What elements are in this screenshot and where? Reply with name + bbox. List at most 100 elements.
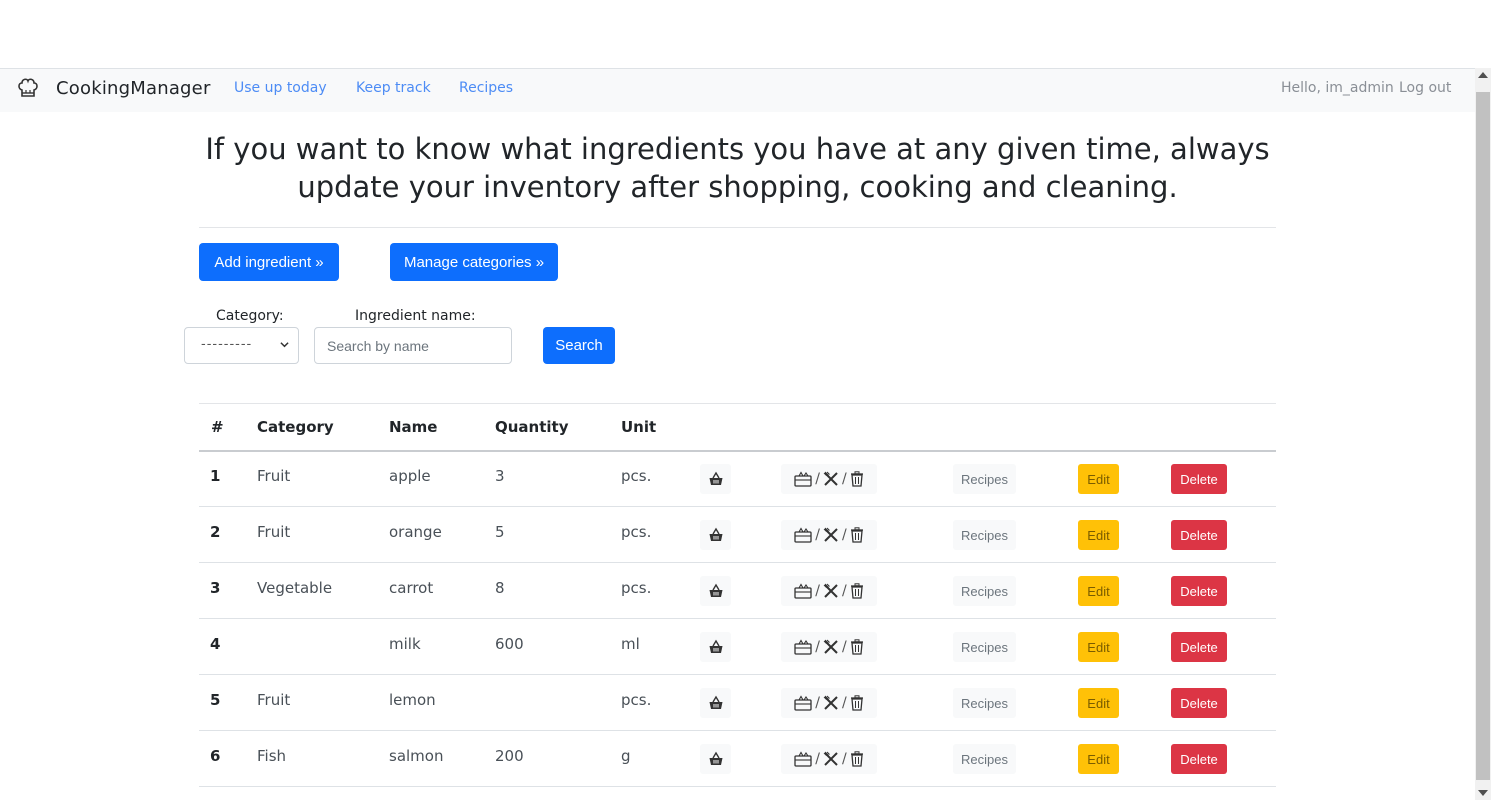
update-inventory-button[interactable]: / / bbox=[781, 576, 877, 606]
fridge-icon bbox=[794, 471, 812, 487]
column-header-name[interactable]: Name bbox=[389, 418, 437, 436]
delete-button[interactable]: Delete bbox=[1171, 576, 1227, 606]
edit-button[interactable]: Edit bbox=[1078, 464, 1119, 494]
navbar: CookingManager Use up today Keep track R… bbox=[0, 68, 1475, 112]
utensils-icon bbox=[823, 583, 838, 598]
add-to-shopping-button[interactable] bbox=[700, 744, 731, 774]
shopping-basket-icon bbox=[709, 583, 722, 597]
fridge-icon bbox=[794, 583, 812, 599]
row-category: Fruit bbox=[257, 523, 291, 541]
row-quantity: 600 bbox=[495, 635, 524, 653]
edit-button[interactable]: Edit bbox=[1078, 520, 1119, 550]
column-header-unit[interactable]: Unit bbox=[621, 418, 656, 436]
delete-button[interactable]: Delete bbox=[1171, 744, 1227, 774]
add-to-shopping-button[interactable] bbox=[700, 520, 731, 550]
trash-icon bbox=[850, 639, 863, 655]
add-to-shopping-button[interactable] bbox=[700, 464, 731, 494]
divider bbox=[199, 227, 1276, 228]
row-name: apple bbox=[389, 467, 431, 485]
recipes-button[interactable]: Recipes bbox=[953, 744, 1016, 774]
row-unit: pcs. bbox=[621, 691, 652, 709]
table-row: 3 Vegetable carrot 8 pcs. / / Recipes Ed… bbox=[199, 563, 1276, 619]
row-category: Fruit bbox=[257, 691, 291, 709]
table-row: 6 Fish salmon 200 g / / Recipes Edit Del… bbox=[199, 731, 1276, 787]
column-header-category[interactable]: Category bbox=[257, 418, 334, 436]
row-unit: g bbox=[621, 747, 631, 765]
nav-link-recipes[interactable]: Recipes bbox=[459, 80, 513, 96]
row-category: Vegetable bbox=[257, 579, 333, 597]
fridge-icon bbox=[794, 527, 812, 543]
row-category: Fruit bbox=[257, 467, 291, 485]
table-row: 5 Fruit lemon pcs. / / Recipes Edit Dele… bbox=[199, 675, 1276, 731]
row-number: 3 bbox=[210, 579, 221, 597]
update-inventory-button[interactable]: / / bbox=[781, 744, 877, 774]
trash-icon bbox=[850, 583, 863, 599]
chef-hat-icon[interactable] bbox=[16, 76, 40, 100]
row-unit: pcs. bbox=[621, 523, 652, 541]
logout-link[interactable]: Log out bbox=[1399, 80, 1451, 96]
utensils-icon bbox=[823, 471, 838, 486]
scroll-thumb[interactable] bbox=[1476, 92, 1490, 780]
fridge-icon bbox=[794, 695, 812, 711]
trash-icon bbox=[850, 751, 863, 767]
row-name: lemon bbox=[389, 691, 436, 709]
update-inventory-button[interactable]: / / bbox=[781, 520, 877, 550]
chevron-down-icon bbox=[280, 342, 289, 348]
trash-icon bbox=[850, 527, 863, 543]
add-ingredient-button[interactable]: Add ingredient » bbox=[199, 243, 339, 281]
category-select-value: --------- bbox=[201, 337, 253, 352]
column-header-number: # bbox=[211, 418, 224, 436]
recipes-button[interactable]: Recipes bbox=[953, 520, 1016, 550]
add-to-shopping-button[interactable] bbox=[700, 576, 731, 606]
utensils-icon bbox=[823, 751, 838, 766]
row-number: 4 bbox=[210, 635, 221, 653]
row-quantity: 3 bbox=[495, 467, 505, 485]
edit-button[interactable]: Edit bbox=[1078, 632, 1119, 662]
delete-button[interactable]: Delete bbox=[1171, 464, 1227, 494]
delete-button[interactable]: Delete bbox=[1171, 632, 1227, 662]
nav-link-use-up-today[interactable]: Use up today bbox=[234, 80, 327, 96]
shopping-basket-icon bbox=[709, 471, 722, 485]
nav-link-keep-track[interactable]: Keep track bbox=[356, 80, 431, 96]
table-row: 2 Fruit orange 5 pcs. / / Recipes Edit D… bbox=[199, 507, 1276, 563]
manage-categories-button[interactable]: Manage categories » bbox=[390, 243, 558, 281]
column-header-quantity[interactable]: Quantity bbox=[495, 418, 569, 436]
delete-button[interactable]: Delete bbox=[1171, 520, 1227, 550]
table-row: 1 Fruit apple 3 pcs. / / Recipes Edit De… bbox=[199, 451, 1276, 507]
utensils-icon bbox=[823, 695, 838, 710]
category-filter-label: Category: bbox=[216, 308, 284, 324]
edit-button[interactable]: Edit bbox=[1078, 576, 1119, 606]
search-button[interactable]: Search bbox=[543, 327, 615, 364]
row-quantity: 5 bbox=[495, 523, 505, 541]
page-headline: If you want to know what ingredients you… bbox=[205, 132, 1270, 204]
fridge-icon bbox=[794, 751, 812, 767]
update-inventory-button[interactable]: / / bbox=[781, 632, 877, 662]
edit-button[interactable]: Edit bbox=[1078, 744, 1119, 774]
update-inventory-button[interactable]: / / bbox=[781, 688, 877, 718]
row-number: 5 bbox=[210, 691, 221, 709]
recipes-button[interactable]: Recipes bbox=[953, 632, 1016, 662]
table-row: 4 milk 600 ml / / Recipes Edit Delete bbox=[199, 619, 1276, 675]
scroll-down-arrow-icon[interactable] bbox=[1478, 790, 1488, 796]
add-to-shopping-button[interactable] bbox=[700, 632, 731, 662]
scroll-up-arrow-icon[interactable] bbox=[1478, 72, 1488, 78]
delete-button[interactable]: Delete bbox=[1171, 688, 1227, 718]
recipes-button[interactable]: Recipes bbox=[953, 576, 1016, 606]
trash-icon bbox=[850, 695, 863, 711]
brand-name[interactable]: CookingManager bbox=[56, 78, 211, 99]
add-to-shopping-button[interactable] bbox=[700, 688, 731, 718]
row-number: 1 bbox=[210, 467, 221, 485]
row-unit: pcs. bbox=[621, 467, 652, 485]
ingredient-search-input[interactable] bbox=[314, 327, 512, 364]
category-select[interactable]: --------- bbox=[184, 327, 299, 364]
recipes-button[interactable]: Recipes bbox=[953, 464, 1016, 494]
row-name: orange bbox=[389, 523, 442, 541]
utensils-icon bbox=[823, 527, 838, 542]
edit-button[interactable]: Edit bbox=[1078, 688, 1119, 718]
shopping-basket-icon bbox=[709, 695, 722, 709]
page-scrollbar[interactable] bbox=[1475, 68, 1491, 800]
update-inventory-button[interactable]: / / bbox=[781, 464, 877, 494]
recipes-button[interactable]: Recipes bbox=[953, 688, 1016, 718]
trash-icon bbox=[850, 471, 863, 487]
row-category: Fish bbox=[257, 747, 287, 765]
